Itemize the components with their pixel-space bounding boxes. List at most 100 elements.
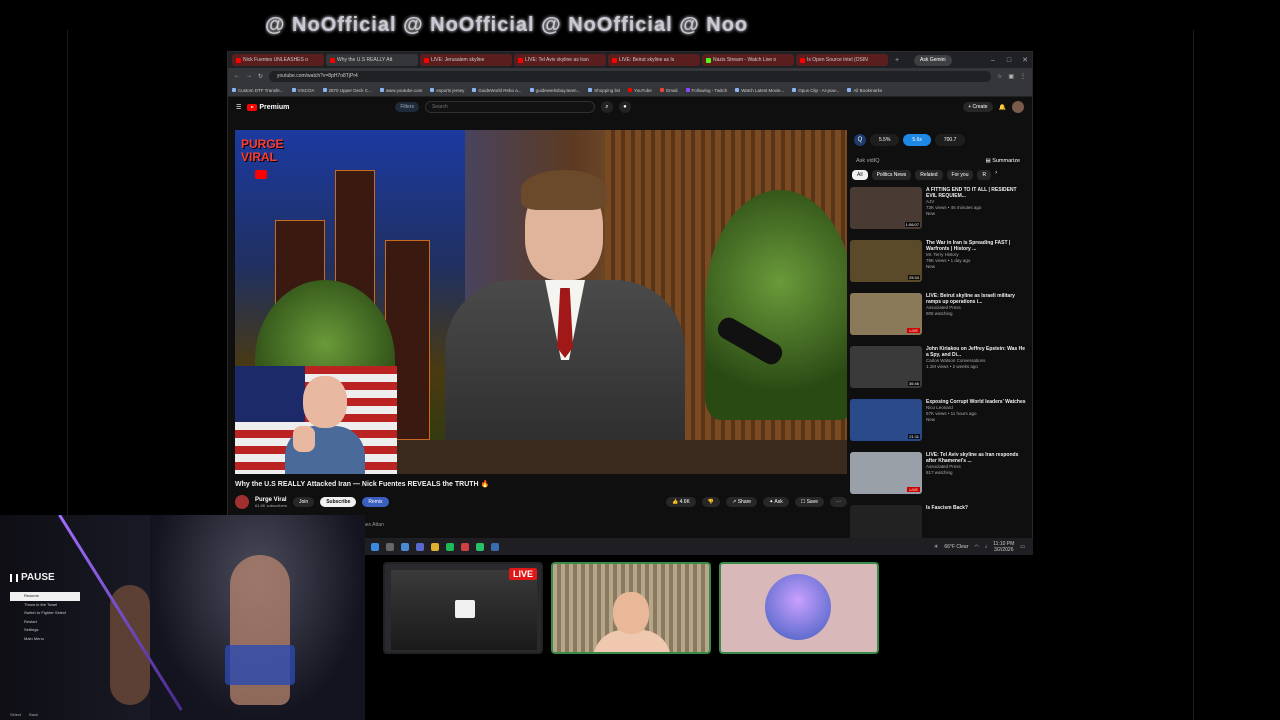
bookmark[interactable]: Shopping list	[588, 88, 620, 93]
video-thumbnail[interactable]: LIVE	[850, 293, 922, 335]
recommendation-item[interactable]: 25:34 The War in Iran is Spreading FAST |…	[850, 240, 1026, 290]
hamburger-menu-icon[interactable]: ☰	[236, 104, 241, 111]
browser-tab-active[interactable]: Why the U.S REALLY Att	[326, 54, 418, 66]
video-thumbnail[interactable]: LIVE	[850, 452, 922, 494]
search-icon[interactable]: ⌕	[600, 101, 613, 113]
filters-button[interactable]: Filters	[395, 102, 419, 112]
browser-tab[interactable]: Nick Fuentes UNLEASHES o	[232, 54, 324, 66]
task-view-icon[interactable]	[386, 542, 394, 551]
new-tab-icon[interactable]: +	[890, 57, 904, 64]
discord-icon[interactable]	[416, 542, 424, 551]
create-button[interactable]: + Create	[963, 102, 993, 112]
pause-item-throw-towel[interactable]: Throw in the Towel	[10, 601, 80, 610]
save-button[interactable]: ☐ Save	[794, 497, 824, 507]
browser-tab[interactable]: Nazis Stream - Watch Live o	[702, 54, 794, 66]
channel-name[interactable]: Purge Viral	[255, 497, 287, 503]
video-thumbnail[interactable]: 36:46	[850, 346, 922, 388]
weather-text[interactable]: 66°F Clear	[944, 544, 968, 550]
bookmark-label: 2870 Upper Deck C...	[328, 87, 372, 93]
bookmark[interactable]: Watch Latest Movie...	[735, 88, 784, 93]
dislike-button[interactable]: 👎	[701, 497, 721, 507]
live-badge: LIVE	[907, 328, 920, 333]
bookmark[interactable]: VISCOA	[291, 88, 315, 93]
url-field[interactable]: youtube.com/watch?v=8pH7o8TjPr4	[269, 70, 991, 82]
channel-avatar[interactable]	[235, 495, 249, 509]
browser-tab[interactable]: LIVE: Beirut skyline as Is	[608, 54, 700, 66]
tab-label: Nazis Stream - Watch Live o	[713, 57, 777, 63]
more-actions-icon[interactable]: ⋯	[830, 497, 847, 507]
bookmark[interactable]: Opus Clip - AI-pow...	[792, 88, 839, 93]
recommendation-item[interactable]: LIVE LIVE: Beirut skyline as Israeli mili…	[850, 293, 1026, 343]
recommendation-item[interactable]: 36:46 John Kiriakou on Jeffrey Epstein: W…	[850, 346, 1026, 396]
chip-all[interactable]: All	[852, 170, 868, 180]
remix-button[interactable]: Remix	[362, 497, 389, 507]
video-player[interactable]: PURGE VIRAL	[235, 130, 847, 474]
video-thumbnail[interactable]: 1:06:07	[850, 187, 922, 229]
close-window-icon[interactable]: ✕	[1018, 56, 1032, 64]
extensions-icon[interactable]: ▣	[1008, 73, 1014, 80]
subscribe-button[interactable]: Subscribe	[320, 497, 357, 507]
notifications-bell-icon[interactable]: 🔔	[999, 104, 1006, 111]
ask-gemini-button[interactable]: Ask Gemini	[914, 54, 952, 66]
join-button[interactable]: Join	[293, 497, 315, 507]
file-explorer-icon[interactable]	[431, 542, 439, 551]
bookmark[interactable]: GuideWorld Rebo a...	[472, 88, 522, 93]
chip-more[interactable]: R	[977, 170, 992, 180]
browser-tab[interactable]: Is Open Source Intel (OSIN	[796, 54, 888, 66]
search-input[interactable]: Search	[424, 101, 595, 113]
pause-item-restart[interactable]: Restart	[10, 618, 80, 627]
bookmark[interactable]: All Bookmarks	[847, 88, 882, 93]
chip-for-you[interactable]: For you	[946, 170, 974, 180]
minimize-icon[interactable]: –	[986, 57, 1000, 64]
maximize-icon[interactable]: □	[1002, 57, 1016, 64]
notifications-icon[interactable]: ▭	[1020, 544, 1025, 550]
microphone-icon[interactable]: ●	[618, 101, 631, 113]
share-button[interactable]: ↗ Share	[726, 497, 758, 507]
back-icon[interactable]: ←	[234, 73, 240, 79]
ask-button[interactable]: ✦ Ask	[763, 497, 789, 507]
ask-vidiq-input[interactable]: Ask vidIQ	[856, 158, 880, 164]
video-thumbnail[interactable]: 21:11	[850, 399, 922, 441]
recommendation-item[interactable]: LIVE LIVE: Tel Aviv skyline as Iran respo…	[850, 452, 1026, 502]
chip-politics-news[interactable]: Politics News	[871, 170, 912, 180]
bookmark[interactable]: Gmail	[659, 88, 678, 93]
wifi-icon[interactable]: ◠	[974, 544, 978, 550]
browser-tab[interactable]: LIVE: Jerusalem skyline	[420, 54, 512, 66]
chevron-right-icon[interactable]: ›	[995, 170, 997, 180]
bookmark[interactable]: 2870 Upper Deck C...	[322, 87, 372, 93]
bookmark[interactable]: guidewerksbay.team...	[529, 88, 580, 93]
bookmark-star-icon[interactable]: ☆	[997, 73, 1002, 80]
share-label: Share	[737, 499, 752, 505]
recommendation-item[interactable]: 1:06:07 A FITTING END TO IT ALL | RESIDEN…	[850, 187, 1026, 237]
app-icon[interactable]	[476, 542, 484, 551]
chrome-icon[interactable]	[401, 542, 409, 551]
start-icon[interactable]	[371, 542, 379, 551]
forward-icon[interactable]: →	[246, 73, 252, 79]
pause-item-settings[interactable]: Settings	[10, 626, 80, 635]
spotify-icon[interactable]	[446, 542, 454, 551]
summarize-button[interactable]: ▤ Summarize	[985, 158, 1020, 164]
menu-kebab-icon[interactable]: ⋮	[1020, 73, 1026, 80]
video-thumbnail[interactable]: 25:34	[850, 240, 922, 282]
monitor-icon	[455, 600, 475, 618]
bookmark[interactable]: Custom DTF Transfe...	[232, 88, 284, 93]
volume-icon[interactable]: ♪	[985, 544, 988, 550]
bookmark[interactable]: YouTube	[628, 88, 652, 93]
like-button[interactable]: 👍 4.6K	[665, 497, 696, 507]
pause-item-resume[interactable]: Resume	[10, 592, 80, 601]
chip-related[interactable]: Related	[915, 170, 943, 180]
obs-icon[interactable]	[461, 542, 469, 551]
bookmark[interactable]: Following - Twitch	[685, 88, 727, 93]
browser-tab[interactable]: LIVE: Tel Aviv skyline as Iran	[514, 54, 606, 66]
youtube-logo[interactable]: Premium	[247, 103, 289, 111]
bookmark[interactable]: www.youtube.com	[379, 88, 422, 93]
account-avatar[interactable]	[1012, 101, 1024, 113]
bookmark[interactable]: esports jersey	[430, 88, 464, 93]
steam-icon[interactable]	[491, 542, 499, 551]
pause-item-main-menu[interactable]: Main Menu	[10, 635, 80, 644]
reload-icon[interactable]: ↻	[258, 73, 263, 80]
vidiq-icon[interactable]: Q	[854, 134, 866, 146]
pause-item-fighter-select[interactable]: Switch to Fighter Select	[10, 609, 80, 618]
recommendation-item[interactable]: 21:11 Exposing Corrupt World leaders' Wat…	[850, 399, 1026, 449]
clock[interactable]: 11:10 PM 3/2/2026	[993, 541, 1014, 553]
